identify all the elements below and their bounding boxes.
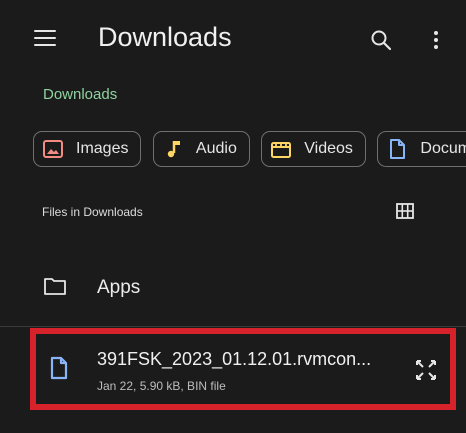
more-vert-icon[interactable] bbox=[426, 28, 446, 52]
chip-label: Videos bbox=[304, 140, 353, 157]
chip-videos[interactable]: Videos bbox=[261, 131, 366, 167]
page-title: Downloads bbox=[98, 22, 232, 52]
section-label: Files in Downloads bbox=[42, 205, 143, 219]
filter-chips: Images Audio Videos Documents bbox=[33, 131, 466, 171]
file-meta: Jan 22, 5.90 kB, BIN file bbox=[97, 379, 226, 393]
file-icon bbox=[50, 356, 68, 380]
chip-label: Audio bbox=[195, 140, 237, 157]
folder-name: Apps bbox=[97, 277, 141, 298]
divider bbox=[0, 326, 466, 327]
top-app-bar: Downloads bbox=[0, 0, 466, 80]
chip-documents[interactable]: Documents bbox=[377, 131, 466, 167]
chip-label: Documents bbox=[420, 140, 466, 157]
file-name: 391FSK_2023_01.12.01.rvmcon... bbox=[97, 349, 372, 369]
chip-images[interactable]: Images bbox=[33, 131, 142, 167]
folder-icon bbox=[44, 278, 66, 295]
expand-icon[interactable] bbox=[414, 358, 438, 382]
menu-icon[interactable] bbox=[34, 30, 56, 48]
grid-view-icon[interactable] bbox=[396, 203, 414, 219]
list-item-folder[interactable]: Apps bbox=[0, 262, 466, 314]
clapperboard-icon bbox=[271, 142, 292, 158]
search-icon[interactable] bbox=[369, 28, 393, 52]
document-icon bbox=[390, 139, 406, 159]
list-item-file[interactable]: 391FSK_2023_01.12.01.rvmcon... Jan 22, 5… bbox=[30, 328, 456, 410]
chip-audio[interactable]: Audio bbox=[152, 131, 250, 167]
image-icon bbox=[43, 140, 63, 158]
breadcrumb[interactable]: Downloads bbox=[43, 86, 117, 103]
music-note-icon bbox=[167, 141, 180, 158]
chip-label: Images bbox=[76, 140, 129, 157]
